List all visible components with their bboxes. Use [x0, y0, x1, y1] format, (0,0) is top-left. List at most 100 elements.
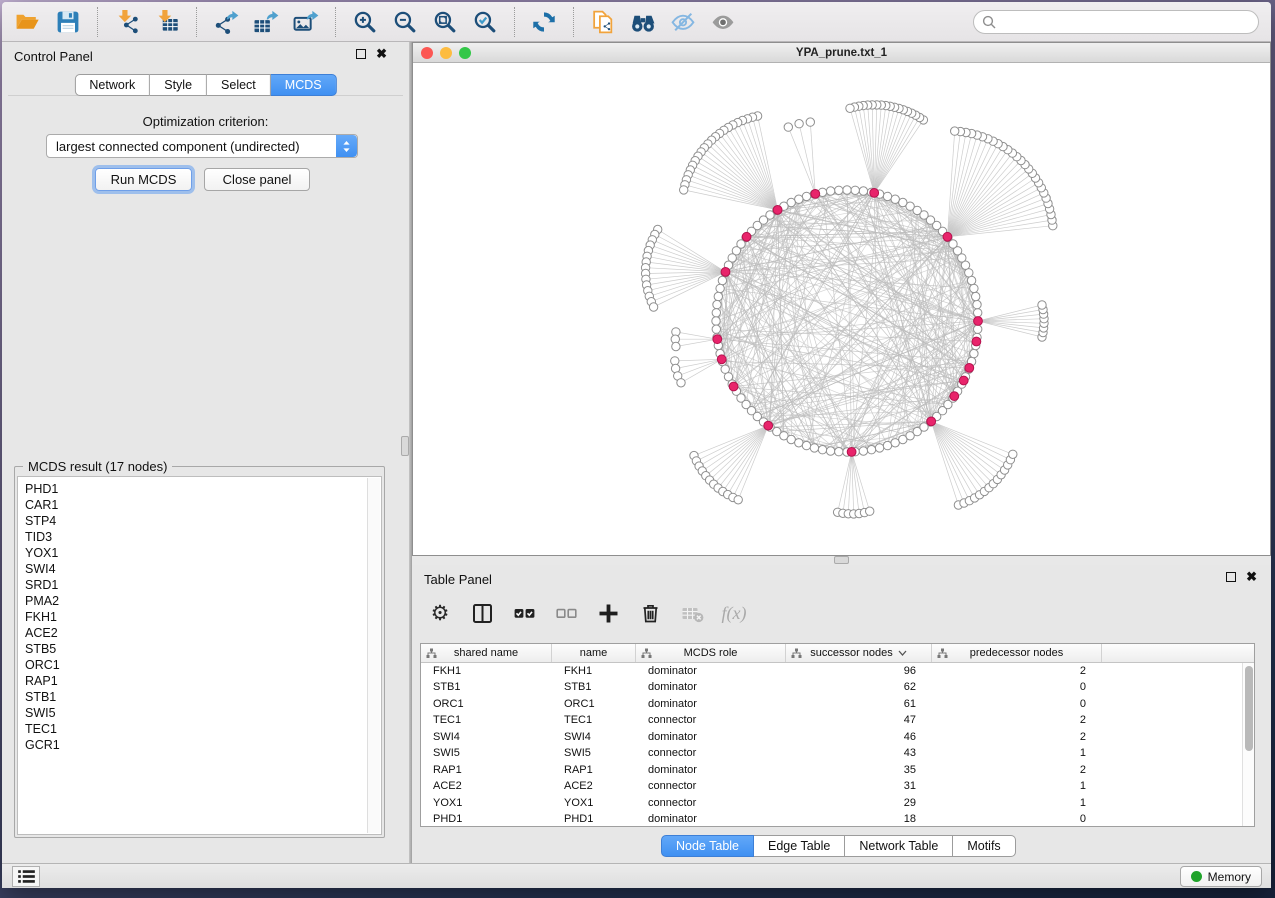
cell-predecessor-nodes: 0: [932, 696, 1102, 713]
column-header-predecessor-nodes[interactable]: predecessor nodes: [932, 644, 1102, 662]
cell-successor-nodes: 35: [786, 762, 932, 779]
delete-row-button[interactable]: [632, 595, 668, 631]
mcds-result-item[interactable]: TID3: [25, 529, 381, 545]
run-mcds-button[interactable]: Run MCDS: [95, 168, 192, 191]
close-table-panel-icon[interactable]: ✖: [1246, 572, 1257, 582]
sort-desc-icon: [898, 650, 907, 656]
export-network-button[interactable]: [206, 5, 246, 39]
table-row[interactable]: RAP1RAP1dominator352: [421, 762, 1254, 779]
mcds-result-item[interactable]: STB5: [25, 641, 381, 657]
table-row[interactable]: PHD1PHD1dominator180: [421, 812, 1254, 829]
close-window-traffic-light[interactable]: [421, 47, 433, 59]
mcds-result-item[interactable]: SRD1: [25, 577, 381, 593]
float-panel-icon[interactable]: [356, 49, 366, 59]
table-row[interactable]: STB1STB1dominator620: [421, 680, 1254, 697]
tab-node-table[interactable]: Node Table: [661, 835, 754, 857]
save-session-button[interactable]: [48, 5, 88, 39]
cell-predecessor-nodes: 0: [932, 812, 1102, 829]
mcds-result-item[interactable]: GCR1: [25, 737, 381, 753]
vertical-splitter-grip[interactable]: [401, 436, 409, 456]
tab-style[interactable]: Style: [150, 74, 207, 96]
table-row[interactable]: ORC1ORC1dominator610: [421, 696, 1254, 713]
memory-button[interactable]: Memory: [1180, 866, 1262, 887]
cell-MCDS-role: dominator: [636, 663, 786, 680]
mcds-result-item[interactable]: PHD1: [25, 481, 381, 497]
tab-edge-table[interactable]: Edge Table: [754, 835, 845, 857]
zoom-selected-button[interactable]: [465, 5, 505, 39]
result-list-scrollbar[interactable]: [367, 478, 380, 833]
search-input[interactable]: [973, 10, 1259, 34]
table-scrollbar-thumb[interactable]: [1245, 666, 1253, 751]
show-columns-button[interactable]: [464, 595, 500, 631]
mcds-result-item[interactable]: SWI5: [25, 705, 381, 721]
dropdown-stepper-icon: [336, 135, 357, 157]
node-table: shared namenameMCDS rolesuccessor nodesp…: [420, 643, 1255, 827]
table-body: FKH1FKH1dominator962STB1STB1dominator620…: [421, 663, 1254, 828]
column-header-shared-name[interactable]: shared name: [421, 644, 552, 662]
table-row[interactable]: ACE2ACE2connector311: [421, 779, 1254, 796]
mcds-result-item[interactable]: ACE2: [25, 625, 381, 641]
mcds-result-item[interactable]: STP4: [25, 513, 381, 529]
select-all-icon: [512, 601, 537, 626]
table-row[interactable]: FKH1FKH1dominator962: [421, 663, 1254, 680]
mcds-result-item[interactable]: FKH1: [25, 609, 381, 625]
float-table-panel-icon[interactable]: [1226, 572, 1236, 582]
mcds-result-item[interactable]: TEC1: [25, 721, 381, 737]
export-image-button[interactable]: [286, 5, 326, 39]
mcds-result-item[interactable]: STB1: [25, 689, 381, 705]
tab-network[interactable]: Network: [74, 74, 150, 96]
table-row[interactable]: SWI4SWI4dominator462: [421, 729, 1254, 746]
table-row[interactable]: YOX1YOX1connector291: [421, 795, 1254, 812]
deselect-all-button[interactable]: [548, 595, 584, 631]
zoom-out-button[interactable]: [385, 5, 425, 39]
select-all-button[interactable]: [506, 595, 542, 631]
clone-network-button[interactable]: [583, 5, 623, 39]
import-network-button[interactable]: [107, 5, 147, 39]
horizontal-splitter-grip[interactable]: [834, 556, 849, 564]
network-canvas[interactable]: [413, 63, 1270, 555]
import-table-button[interactable]: [147, 5, 187, 39]
destroy-table-button: [674, 595, 710, 631]
network-window-title: YPA_prune.txt_1: [796, 47, 887, 59]
mcds-result-item[interactable]: YOX1: [25, 545, 381, 561]
zoom-window-traffic-light[interactable]: [459, 47, 471, 59]
tab-mcds[interactable]: MCDS: [271, 74, 337, 96]
zoom-in-button[interactable]: [345, 5, 385, 39]
network-window-titlebar[interactable]: YPA_prune.txt_1: [413, 43, 1270, 63]
add-row-button[interactable]: [590, 595, 626, 631]
column-settings-button[interactable]: ⚙: [422, 595, 458, 631]
refresh-view-button[interactable]: [524, 5, 564, 39]
table-row[interactable]: TEC1TEC1connector472: [421, 713, 1254, 730]
mcds-result-item[interactable]: RAP1: [25, 673, 381, 689]
close-panel-icon[interactable]: ✖: [376, 49, 387, 59]
tab-motifs[interactable]: Motifs: [953, 835, 1015, 857]
column-header-name[interactable]: name: [552, 644, 636, 662]
minimize-window-traffic-light[interactable]: [440, 47, 452, 59]
mcds-result-item[interactable]: SWI4: [25, 561, 381, 577]
task-history-button[interactable]: [12, 866, 40, 887]
add-row-icon: [596, 601, 621, 626]
close-panel-button[interactable]: Close panel: [204, 168, 310, 191]
table-row[interactable]: SWI5SWI5connector431: [421, 746, 1254, 763]
tab-network-table[interactable]: Network Table: [845, 835, 953, 857]
mcds-result-item[interactable]: ORC1: [25, 657, 381, 673]
find-button[interactable]: [623, 5, 663, 39]
network-graph[interactable]: [413, 63, 1270, 555]
zoom-fit-button[interactable]: [425, 5, 465, 39]
open-file-button[interactable]: [8, 5, 48, 39]
tab-select[interactable]: Select: [207, 74, 271, 96]
cell-MCDS-role: dominator: [636, 729, 786, 746]
export-table-icon: [253, 9, 279, 35]
refresh-view-icon: [531, 9, 557, 35]
show-all-button[interactable]: [703, 5, 743, 39]
column-header-MCDS-role[interactable]: MCDS role: [636, 644, 786, 662]
mcds-result-item[interactable]: PMA2: [25, 593, 381, 609]
task-list-icon: [17, 869, 36, 884]
cell-name: ORC1: [552, 696, 636, 713]
column-header-successor-nodes[interactable]: successor nodes: [786, 644, 932, 662]
mcds-result-item[interactable]: CAR1: [25, 497, 381, 513]
hide-selected-button[interactable]: [663, 5, 703, 39]
export-table-button[interactable]: [246, 5, 286, 39]
table-scrollbar[interactable]: [1242, 663, 1254, 826]
criterion-dropdown[interactable]: largest connected component (undirected): [46, 134, 358, 158]
